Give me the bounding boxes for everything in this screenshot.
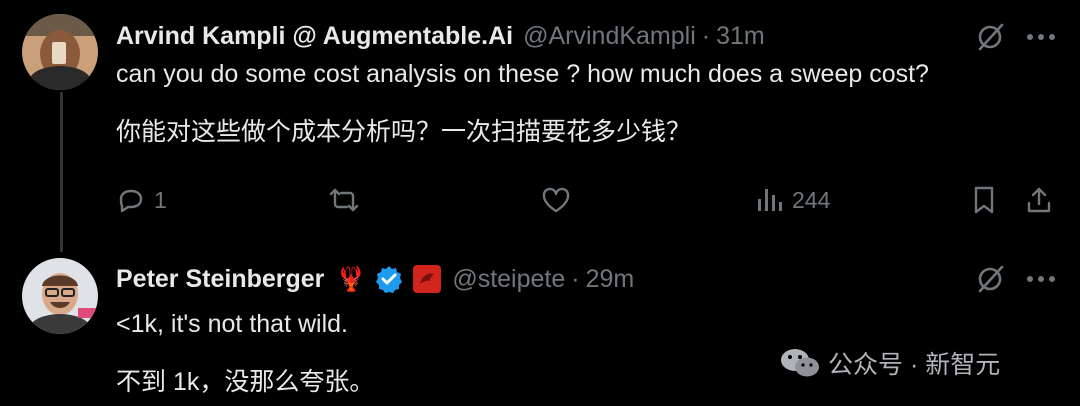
thread-connector-line [60,92,63,252]
separator-dot: · [701,21,711,50]
share-button[interactable] [1024,182,1054,218]
more-icon[interactable] [1024,262,1058,296]
like-icon [542,187,570,213]
tweet-timestamp[interactable]: 31m [716,22,765,51]
retweet-button[interactable] [327,182,369,218]
views-button[interactable]: 244 [756,182,830,218]
share-icon [1027,187,1051,213]
avatar-peter[interactable] [22,258,98,334]
author-handle[interactable]: @steipete [452,265,565,294]
tweet2-header: Peter Steinberger 🦞 @steipete · 29m [116,261,634,297]
like-button[interactable] [540,182,580,218]
separator-dot: · [571,264,580,293]
verified-badge-icon[interactable] [374,264,404,294]
watermark-text: 公众号 · 新智元 [828,351,1001,379]
author-handle[interactable]: @ArvindKampli [523,22,696,51]
tweet1-text-en: can you do some cost analysis on these ?… [116,60,929,88]
views-count: 244 [792,186,831,213]
author-name[interactable]: Peter Steinberger [116,265,324,294]
affiliate-badge-icon[interactable] [412,264,442,294]
reply-button[interactable]: 1 [116,182,167,218]
grok-icon[interactable] [973,262,1007,296]
tweet-timestamp[interactable]: 29m [586,265,635,294]
bookmark-icon [974,186,994,214]
lobster-emoji: 🦞 [336,265,367,293]
reply-count: 1 [154,186,167,213]
tweet1-header: Arvind Kampli @ Augmentable.Ai @ArvindKa… [116,18,765,54]
retweet-icon [329,188,359,212]
reply-icon [119,189,143,213]
tweet2-text-zh: 不到 1k，没那么夸张。 [116,368,375,396]
author-name[interactable]: Arvind Kampli @ Augmentable.Ai [116,22,513,51]
tweet2-text-en: <1k, it's not that wild. [116,310,348,338]
more-icon[interactable] [1024,20,1058,54]
tweet1-text-zh: 你能对这些做个成本分析吗？一次扫描要花多少钱？ [116,118,692,146]
views-icon [758,189,782,211]
wechat-watermark: 公众号 · 新智元 [780,345,1000,381]
avatar-arvind[interactable] [22,14,98,90]
bookmark-button[interactable] [970,182,998,218]
grok-icon[interactable] [973,20,1007,54]
wechat-icon [781,349,819,377]
